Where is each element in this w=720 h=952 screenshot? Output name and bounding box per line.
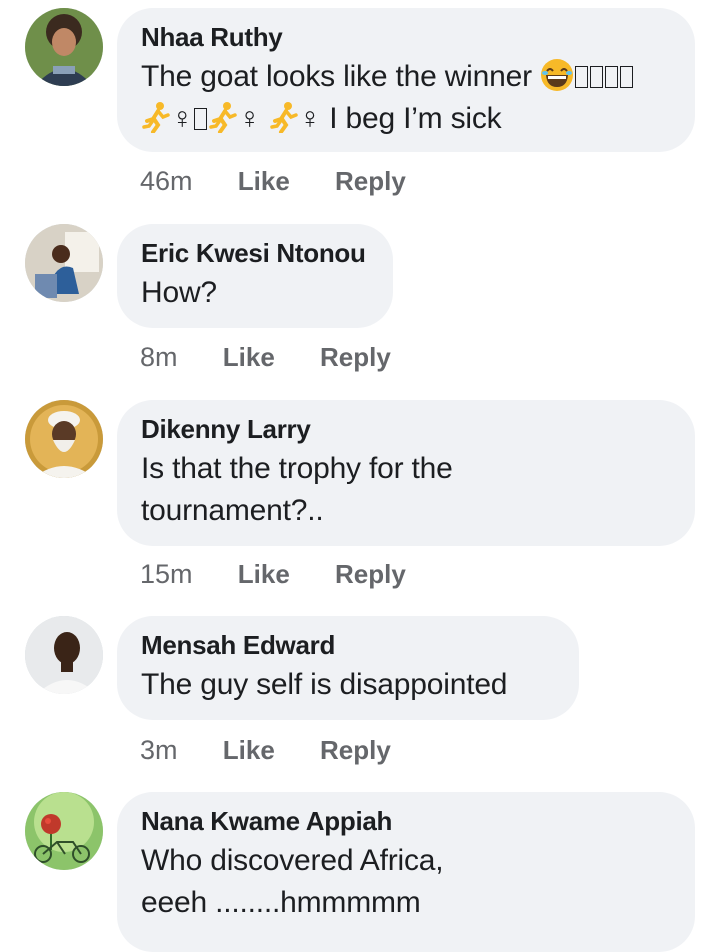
comment-timestamp[interactable]: 3m bbox=[140, 735, 178, 766]
avatar-photo bbox=[25, 224, 103, 302]
reply-button[interactable]: Reply bbox=[320, 342, 391, 373]
female-sign: ♀ bbox=[171, 102, 194, 135]
comment-text-line: tournament?.. bbox=[141, 494, 324, 527]
reply-button[interactable]: Reply bbox=[320, 735, 391, 766]
running-woman-emoji-icon bbox=[209, 102, 238, 133]
avatar[interactable] bbox=[25, 616, 103, 694]
comment-bubble: Dikenny Larry Is that the trophy for the… bbox=[117, 400, 695, 546]
reply-button[interactable]: Reply bbox=[335, 559, 406, 590]
avatar-photo bbox=[25, 8, 103, 86]
avatar[interactable] bbox=[25, 400, 103, 478]
female-sign: ♀ bbox=[238, 102, 261, 135]
comment-author[interactable]: Nana Kwame Appiah bbox=[141, 804, 671, 838]
comment-bubble: Nhaa Ruthy The goat looks like the winne… bbox=[117, 8, 695, 152]
avatar[interactable] bbox=[25, 224, 103, 302]
comment-bubble: Eric Kwesi Ntonou How? bbox=[117, 224, 393, 328]
comment-timestamp[interactable]: 15m bbox=[140, 559, 193, 590]
comment-text: The goat looks like the winner ♀ ♀ ♀ I b… bbox=[141, 56, 671, 140]
comment-actions: 8m Like Reply bbox=[140, 342, 391, 373]
reply-button[interactable]: Reply bbox=[335, 166, 406, 197]
missing-glyph-icon bbox=[590, 66, 604, 88]
comment-timestamp[interactable]: 46m bbox=[140, 166, 193, 197]
comment-author[interactable]: Nhaa Ruthy bbox=[141, 20, 671, 54]
like-button[interactable]: Like bbox=[238, 559, 290, 590]
comment-text-line: The goat looks like the winner bbox=[141, 60, 532, 93]
comment-bubble: Nana Kwame Appiah Who discovered Africa,… bbox=[117, 792, 695, 952]
comment-bubble: Mensah Edward The guy self is disappoint… bbox=[117, 616, 579, 720]
avatar[interactable] bbox=[25, 8, 103, 86]
comment-author[interactable]: Eric Kwesi Ntonou bbox=[141, 236, 369, 270]
comment-actions: 3m Like Reply bbox=[140, 735, 391, 766]
comment-text: Is that the trophy for the tournament?.. bbox=[141, 448, 671, 532]
comment-text-line: I beg I’m sick bbox=[329, 102, 502, 135]
avatar[interactable] bbox=[25, 792, 103, 870]
running-woman-emoji-icon bbox=[270, 102, 298, 133]
like-button[interactable]: Like bbox=[223, 342, 275, 373]
running-woman-emoji-icon bbox=[142, 102, 170, 133]
like-button[interactable]: Like bbox=[223, 735, 275, 766]
comment-text: How? bbox=[141, 276, 217, 309]
avatar-photo bbox=[25, 400, 103, 478]
missing-glyph-icon bbox=[575, 66, 589, 88]
missing-glyph-icon bbox=[620, 66, 634, 88]
like-button[interactable]: Like bbox=[238, 166, 290, 197]
comment-timestamp[interactable]: 8m bbox=[140, 342, 178, 373]
comment-actions: 46m Like Reply bbox=[140, 166, 406, 197]
avatar-photo bbox=[25, 792, 103, 870]
missing-glyph-icon bbox=[605, 66, 619, 88]
female-sign: ♀ bbox=[298, 102, 322, 135]
comment-text-line: Is that the trophy for the bbox=[141, 452, 453, 485]
comment-text: The guy self is disappointed bbox=[141, 668, 508, 701]
comment-author[interactable]: Dikenny Larry bbox=[141, 412, 671, 446]
comment-author[interactable]: Mensah Edward bbox=[141, 628, 555, 662]
comment-text-line: Who discovered Africa, bbox=[141, 844, 444, 877]
missing-glyph-icon bbox=[194, 108, 208, 130]
comment-text-line: eeeh ........hmmmmm bbox=[141, 886, 421, 919]
avatar-photo bbox=[25, 616, 103, 694]
laughing-emoji-icon bbox=[541, 59, 574, 91]
comment-text: Who discovered Africa, eeeh ........hmmm… bbox=[141, 840, 671, 924]
comment-actions: 15m Like Reply bbox=[140, 559, 406, 590]
